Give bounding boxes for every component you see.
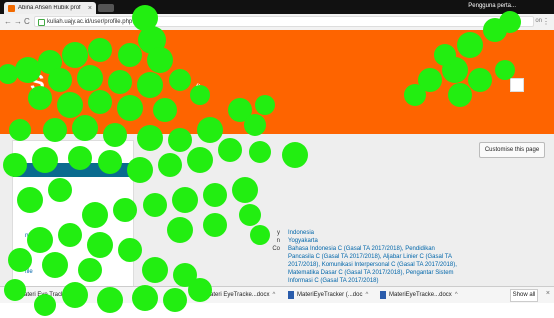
lock-icon — [38, 19, 45, 26]
document-icon — [10, 291, 16, 299]
download-filename: Materi EyeTracke...docx — [205, 292, 270, 298]
browser-titlebar: Abina Ahsen Rubik prof × Pengguna perta.… — [0, 0, 554, 14]
tab-title: Abina Ahsen Rubik prof — [18, 5, 81, 11]
document-icon — [288, 291, 294, 299]
course-link[interactable]: Informasi C (Gasal TA 2017/2018) — [288, 278, 458, 284]
chevron-up-icon[interactable]: ^ — [272, 292, 275, 298]
chevron-up-icon[interactable]: ^ — [455, 292, 458, 298]
sidebar-item[interactable]: file — [25, 269, 33, 275]
row-value: Yogyakarta — [288, 238, 318, 244]
download-item[interactable]: Materi Eye Tracker.doc ^ — [10, 290, 86, 300]
course-link[interactable]: Pancasila C (Gasal TA 2017/2018), Aljaba… — [288, 254, 458, 260]
reload-icon[interactable]: C — [24, 17, 30, 26]
header-button[interactable] — [510, 78, 524, 92]
document-icon — [196, 291, 202, 299]
header-subtitle: ft — [196, 82, 202, 92]
chevron-up-icon[interactable]: ^ — [83, 292, 86, 298]
page-header: S ft — [0, 30, 554, 134]
document-icon — [380, 291, 386, 299]
sidebar: nts ta file — [12, 140, 134, 288]
customise-page-button[interactable]: Customise this page — [479, 142, 545, 158]
extension-label[interactable]: on — [535, 18, 542, 24]
sidebar-item[interactable]: nts — [25, 233, 33, 239]
course-link[interactable]: Bahasa Indonesia C (Gasal TA 2017/2018),… — [288, 246, 458, 252]
address-bar-row: ← → C kuliah.uajy.ac.id/user/profile.php… — [0, 14, 554, 31]
tab-close-icon[interactable]: × — [88, 5, 92, 12]
chevron-up-icon[interactable]: ^ — [365, 292, 368, 298]
course-link[interactable]: Matematika Dasar C (Gasal TA 2017/2018),… — [288, 270, 458, 276]
menu-icon[interactable]: ⋮ — [542, 17, 550, 26]
close-icon[interactable]: × — [546, 290, 550, 297]
downloads-shelf: Materi Eye Tracker.doc ^ Materi EyeTrack… — [0, 286, 554, 303]
browser-tab[interactable]: Abina Ahsen Rubik prof × — [4, 2, 96, 14]
download-item[interactable]: MateriEyeTracke...docx ^ — [380, 290, 458, 300]
forward-icon[interactable]: → — [14, 17, 22, 26]
new-tab-button[interactable] — [98, 4, 114, 12]
sidebar-item[interactable]: ta — [25, 257, 30, 263]
download-filename: MateriEyeTracke...docx — [389, 292, 452, 298]
sidebar-header — [13, 163, 133, 177]
header-title: S — [30, 70, 45, 95]
row-label: y — [277, 230, 280, 236]
profile-details: y Indonesia n Yogyakarta Co Bahasa Indon… — [140, 214, 470, 284]
url-input[interactable]: kuliah.uajy.ac.id/user/profile.php?id — [34, 16, 534, 27]
course-link[interactable]: 2017/2018), Komunikasi Interpersonal C (… — [288, 262, 458, 268]
row-label: Co — [272, 246, 280, 252]
download-filename: MateriEyeTracker (...doc — [297, 292, 363, 298]
download-filename: Materi Eye Tracker.doc — [19, 292, 81, 298]
download-item[interactable]: Materi EyeTracke...docx ^ — [196, 290, 275, 300]
favicon-icon — [8, 4, 15, 12]
row-value: Indonesia — [288, 230, 315, 236]
profile-label[interactable]: Pengguna perta... — [468, 3, 516, 9]
row-label: n — [276, 238, 280, 244]
back-icon[interactable]: ← — [4, 17, 12, 26]
download-item[interactable]: MateriEyeTracker (...doc ^ — [288, 290, 368, 300]
show-all-button[interactable]: Show all — [510, 289, 538, 302]
